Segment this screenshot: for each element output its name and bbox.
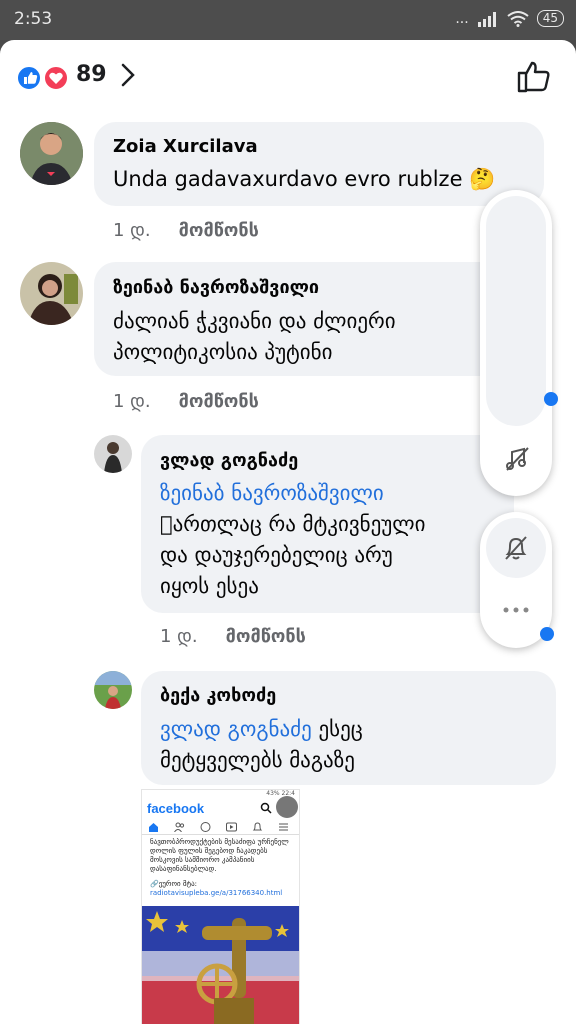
love-reaction-icon (43, 65, 69, 91)
thumbs-up-icon[interactable] (516, 58, 552, 94)
like-button[interactable]: მომწონს (179, 220, 259, 241)
reactions-header: 89 (0, 40, 576, 114)
comment-meta: 1 დ. მომწონს (113, 391, 259, 412)
mute-button[interactable] (486, 518, 546, 578)
menu-icon (279, 823, 288, 831)
comment-meta: 1 დ. მომწონს (113, 220, 259, 241)
attachment-link-prefix: 🔗ეუროი მტა: (150, 880, 198, 888)
avatar[interactable] (94, 435, 132, 473)
like-button[interactable]: მომწონს (179, 391, 259, 412)
bell-off-icon (505, 536, 527, 560)
comment-text-line: პოლიტიკოსია პუტინი (113, 340, 333, 364)
comment-author[interactable]: Zoia Xurcilava (113, 136, 258, 157)
dots-indicator: ... (455, 10, 469, 27)
comment-attachment-image[interactable]: 43% 22:4 facebook ნავთობპროდუქტების მესა… (141, 789, 300, 1024)
home-icon (149, 823, 158, 832)
reaction-count[interactable]: 89 (76, 62, 107, 87)
comment-text-line:  ართლაც რა მტკივნეული (160, 512, 426, 536)
status-bar: 2:53 ... 45 (0, 0, 576, 40)
status-icons: ... 45 (455, 10, 564, 27)
avatar[interactable] (94, 671, 132, 709)
more-icon[interactable] (502, 606, 530, 614)
like-reaction-icon (16, 65, 42, 91)
floating-panel-window[interactable] (486, 196, 546, 426)
attachment-link[interactable]: radiotavisupleba.ge/a/31766340.html (150, 889, 282, 897)
floating-panel[interactable] (480, 190, 552, 496)
avatar[interactable] (20, 122, 83, 185)
floating-controls (480, 512, 552, 648)
attachment-body-text: ნავთობპროდუქტების მესაძიფა ურჩენელ დოლის… (150, 838, 289, 873)
reaction-badge (540, 627, 554, 641)
comment-time: 1 დ. (113, 220, 151, 241)
status-time: 2:53 (14, 9, 53, 29)
comment-author[interactable]: ვლად გოგნაძე (160, 450, 298, 471)
comments-sheet: 89 Zoia Xurcilava Unda gadavaxurdavo evr… (0, 40, 576, 1024)
pipeline-photo (142, 906, 299, 1024)
avatar[interactable] (20, 262, 83, 325)
search-icon (260, 802, 272, 814)
comment-author[interactable]: ზეინაბ ნავროზაშვილი (113, 277, 319, 298)
comment-text-line: და დაუჯერებელიც არუ (160, 543, 393, 567)
like-button[interactable]: მომწონს (226, 626, 306, 647)
comment-text: ესეც (311, 717, 363, 741)
groups-icon (200, 822, 211, 832)
music-off-icon[interactable] (504, 446, 530, 472)
wifi-icon (507, 10, 529, 27)
mention-link[interactable]: ვლად გოგნაძე (160, 717, 312, 741)
comment-time: 1 დ. (160, 626, 198, 647)
comment-meta: 1 დ. მომწონს (160, 626, 306, 647)
comment-text-line: მეტყველებს მაგაზე (160, 748, 355, 772)
attachment-link-line: 🔗ეუროი მტა: radiotavisupleba.ge/a/317663… (150, 880, 295, 898)
attachment-app-name: facebook (147, 801, 205, 816)
comment-text-line: ვლად გოგნაძე ესეც (160, 714, 363, 745)
comment-time: 1 დ. (113, 391, 151, 412)
battery-icon: 45 (536, 10, 564, 27)
video-icon (226, 822, 237, 832)
attachment-nav-bar (142, 820, 299, 835)
comment-text: Unda gadavaxurdavo evro rublze 🤔 (113, 167, 496, 191)
comment-text-line: იყოს ესეა (160, 574, 259, 598)
mention-link[interactable]: ზეინაბ ნავროზაშვილი (160, 478, 384, 509)
bell-icon (252, 822, 263, 831)
reaction-icons[interactable] (16, 65, 72, 91)
friends-icon (174, 822, 185, 832)
comment-text-line: ძალიან ჭკვიანი და ძლიერი (113, 309, 396, 333)
reaction-badge (544, 392, 558, 406)
comment-author[interactable]: ბექა კოხოძე (160, 685, 276, 706)
signal-icon (477, 11, 496, 27)
chevron-right-icon[interactable] (118, 60, 138, 90)
avatar (276, 796, 298, 818)
attachment-status: 43% 22:4 (266, 790, 295, 797)
